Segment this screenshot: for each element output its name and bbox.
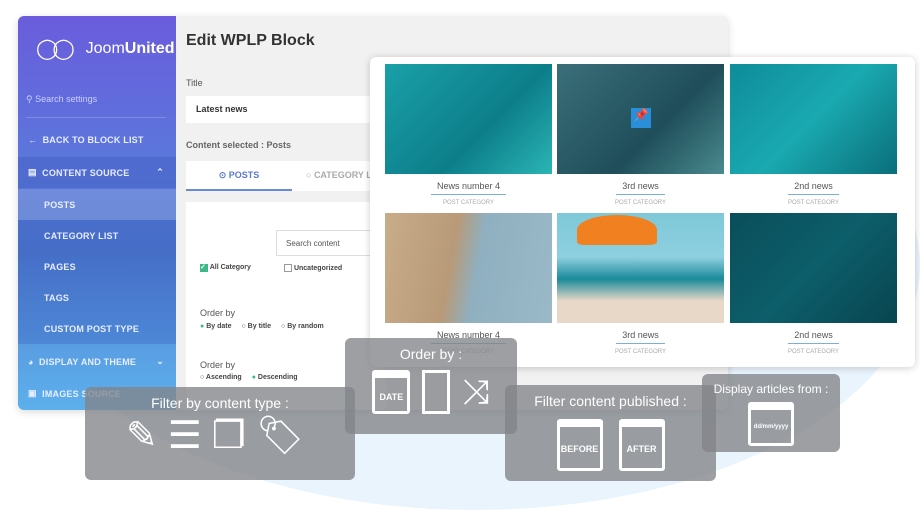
order-by-label: Order by xyxy=(200,308,236,318)
category-uncategorized[interactable]: Uncategorized xyxy=(284,264,342,272)
search-icon: ⚲ xyxy=(26,94,33,104)
image-icon: ▣ xyxy=(28,388,37,398)
news-category: POST CATEGORY xyxy=(614,200,666,206)
radio-ascending[interactable]: ○ Ascending xyxy=(200,374,242,381)
document-icon xyxy=(422,370,451,414)
calendar-before-icon: BEFORE xyxy=(556,419,603,471)
news-title[interactable]: 3rd news xyxy=(557,330,724,344)
direction-radio-group: ○ Ascending ● Descending xyxy=(200,374,298,381)
pages-icon: ❐ xyxy=(211,415,256,457)
news-image[interactable] xyxy=(385,213,552,323)
back-to-block-list[interactable]: ← BACK TO BLOCK LIST xyxy=(18,124,176,155)
chevron-down-icon: ⌄ xyxy=(156,356,164,366)
news-image[interactable] xyxy=(730,64,897,174)
calendar-date-icon: DATE xyxy=(372,370,411,414)
radio-by-title[interactable]: ○ By title xyxy=(241,323,271,330)
calendar-after-icon: AFTER xyxy=(618,419,665,471)
sidebar-item-pages[interactable]: PAGES xyxy=(18,251,176,282)
order-radio-group: ● By date ○ By title ○ By random xyxy=(200,323,324,330)
category-all[interactable]: ✓ All Category xyxy=(200,264,251,272)
overlay-display-from: Display articles from : dd/mm/yyyy xyxy=(702,374,840,452)
overlay-label: Filter content published : xyxy=(534,393,687,409)
news-image[interactable] xyxy=(557,213,724,323)
news-category: POST CATEGORY xyxy=(787,349,839,355)
title-input[interactable]: Latest news xyxy=(186,96,386,123)
news-category: POST CATEGORY xyxy=(442,200,494,206)
news-title[interactable]: News number 4 xyxy=(385,181,552,195)
news-image[interactable] xyxy=(385,64,552,174)
content-selected: Content selected : Posts xyxy=(186,140,292,150)
sidebar-item-category-list[interactable]: CATEGORY LIST xyxy=(18,220,176,251)
order-direction-label: Order by xyxy=(200,360,236,370)
tabs: ⊙ POSTS ○ CATEGORY L xyxy=(186,161,386,191)
sidebar-section-content-source[interactable]: ▤ CONTENT SOURCE ⌃ xyxy=(18,157,176,188)
sidebar-item-posts[interactable]: POSTS xyxy=(18,189,176,220)
tag-icon: 🏷 xyxy=(255,415,315,457)
overlay-order-by: Order by : DATE ⤨ xyxy=(345,338,517,434)
edit-icon: ✎ xyxy=(125,415,168,457)
overlay-content-type: Filter by content type : ✎☰❐🏷 xyxy=(85,387,355,480)
overlay-label: Order by : xyxy=(399,346,463,362)
palette-icon: ◕ xyxy=(28,356,34,367)
radio-descending[interactable]: ● Descending xyxy=(252,374,298,381)
radio-by-random[interactable]: ○ By random xyxy=(281,323,324,330)
document-icon: ▤ xyxy=(28,167,37,177)
page-title: Edit WPLP Block xyxy=(186,32,315,49)
news-title[interactable]: 3rd news xyxy=(557,181,724,195)
tab-category[interactable]: ○ CATEGORY L xyxy=(306,161,372,189)
sidebar-item-tags[interactable]: TAGS xyxy=(18,282,176,313)
overlay-published: Filter content published : BEFORE AFTER xyxy=(505,385,716,481)
news-category: POST CATEGORY xyxy=(614,349,666,355)
logo: ◯◯ Joom United xyxy=(36,38,175,60)
search-settings[interactable]: ⚲ Search settings xyxy=(26,94,166,118)
calendar-date-format-icon: dd/mm/yyyy xyxy=(748,402,794,446)
overlay-label: Filter by content type : xyxy=(151,395,289,411)
news-title[interactable]: 2nd news xyxy=(730,181,897,195)
radio-by-date[interactable]: ● By date xyxy=(200,323,231,330)
sidebar-item-custom-post-type[interactable]: CUSTOM POST TYPE xyxy=(18,313,176,344)
pin-icon: 📌 xyxy=(631,108,651,128)
checkbox-checked-icon: ✓ xyxy=(200,264,208,272)
sidebar: ◯◯ Joom United ⚲ Search settings ← BACK T… xyxy=(18,16,176,410)
umbrella-shape xyxy=(577,215,657,245)
preview-panel: 📌 News number 4 3rd news 2nd news POST C… xyxy=(370,57,915,367)
news-image[interactable]: 📌 xyxy=(557,64,724,174)
tab-posts[interactable]: ⊙ POSTS xyxy=(186,161,292,191)
shuffle-icon: ⤨ xyxy=(462,372,490,411)
checkbox-icon xyxy=(284,264,292,272)
sidebar-section-display-theme[interactable]: ◕ DISPLAY AND THEME ⌄ xyxy=(18,346,176,377)
news-category: POST CATEGORY xyxy=(787,200,839,206)
chevron-up-icon: ⌃ xyxy=(156,167,164,177)
title-label: Title xyxy=(186,78,203,88)
news-title[interactable]: 2nd news xyxy=(730,330,897,344)
news-image[interactable] xyxy=(730,213,897,323)
list-icon: ☰ xyxy=(167,415,212,457)
overlay-label: Display articles from : xyxy=(713,382,829,396)
